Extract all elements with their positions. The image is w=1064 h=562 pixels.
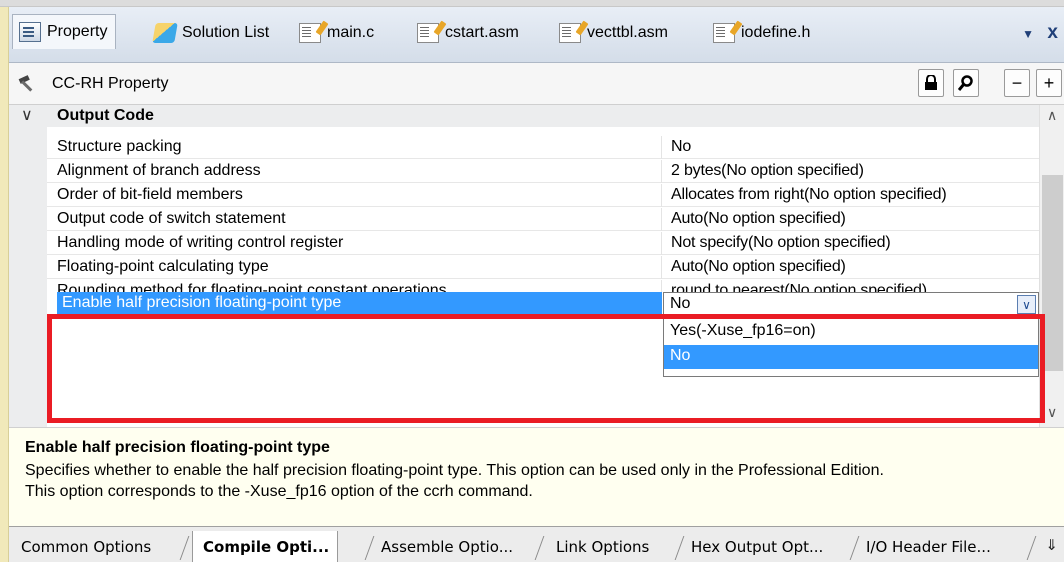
column-separator <box>661 160 662 183</box>
tab-separator <box>1026 536 1048 560</box>
column-separator <box>661 280 662 292</box>
tab-label: Solution List <box>182 24 270 41</box>
tab-io-header-file[interactable]: I/O Header File... <box>866 538 991 556</box>
property-title: CC-RH Property <box>52 75 169 92</box>
vertical-scrollbar[interactable]: ∧ ∨ <box>1039 105 1064 427</box>
property-value: No <box>671 138 692 155</box>
document-tab-bar: Property Solution List main.c cstart.asm… <box>9 7 1064 63</box>
file-icon <box>299 23 321 43</box>
tab-overflow-icon[interactable]: ⇓ <box>1045 536 1058 554</box>
file-icon <box>713 23 735 43</box>
property-name: Structure packing <box>57 138 182 155</box>
lock-button[interactable] <box>918 69 944 97</box>
close-icon[interactable]: x <box>1047 22 1058 44</box>
property-value: Auto(No option specified) <box>671 258 846 275</box>
property-name: Alignment of branch address <box>57 162 261 179</box>
column-separator <box>661 208 662 231</box>
description-body: Specifies whether to enable the half pre… <box>25 460 1060 502</box>
tab-label: cstart.asm <box>445 24 519 41</box>
property-name: Order of bit-field members <box>57 186 243 203</box>
scroll-up-icon[interactable]: ∧ <box>1047 107 1057 124</box>
property-value: Auto(No option specified) <box>671 210 846 227</box>
tab-main-c[interactable]: main.c <box>299 19 374 47</box>
tab-list-dropdown-icon[interactable]: ▼ <box>1022 27 1034 41</box>
tab-compile-options[interactable]: Compile Opti... <box>192 531 339 562</box>
chevron-down-icon[interactable]: ∨ <box>21 105 33 125</box>
expand-button[interactable]: + <box>1036 69 1062 97</box>
select-current-value: No <box>670 295 691 312</box>
category-label: Output Code <box>57 107 154 124</box>
column-separator <box>661 256 662 279</box>
property-value: round to nearest(No option specified) <box>671 282 927 292</box>
half-precision-dropdown-list: Yes(-Xuse_fp16=on) No <box>663 317 1039 377</box>
tab-separator <box>534 536 556 560</box>
description-line: This option corresponds to the -Xuse_fp1… <box>25 483 533 500</box>
find-button[interactable] <box>953 69 979 97</box>
top-strip <box>0 0 1064 7</box>
column-separator <box>661 184 662 207</box>
tab-iodefine-h[interactable]: iodefine.h <box>713 19 810 47</box>
tab-property[interactable]: Property <box>12 14 117 49</box>
tab-common-options[interactable]: Common Options <box>21 538 151 556</box>
tab-vecttbl-asm[interactable]: vecttbl.asm <box>559 19 668 47</box>
property-value: Allocates from right(No option specified… <box>671 186 947 203</box>
description-line: Specifies whether to enable the half pre… <box>25 462 884 479</box>
half-precision-select[interactable]: No ∨ <box>663 292 1039 317</box>
left-panel-border <box>0 7 9 562</box>
scrollbar-thumb[interactable] <box>1042 175 1063 371</box>
option-yes[interactable]: Yes(-Xuse_fp16=on) <box>664 320 1038 344</box>
tab-label: Property <box>47 23 108 40</box>
tab-solution-list[interactable]: Solution List <box>152 19 270 47</box>
search-icon <box>957 75 973 91</box>
file-icon <box>559 23 581 43</box>
chevron-down-icon[interactable]: ∨ <box>1017 295 1036 314</box>
property-description-panel: Enable half precision floating-point typ… <box>9 427 1064 526</box>
property-grid: ∨ Output Code Structure packing No Align… <box>9 105 1064 427</box>
option-label: No <box>670 347 691 364</box>
scroll-down-icon[interactable]: ∨ <box>1047 404 1057 421</box>
property-row-control-register[interactable]: Handling mode of writing control registe… <box>47 232 1039 255</box>
property-name: Rounding method for floating-point const… <box>57 282 447 292</box>
property-row-switch-output[interactable]: Output code of switch statement Auto(No … <box>47 208 1039 231</box>
tab-label: vecttbl.asm <box>587 24 668 41</box>
lock-icon <box>925 74 937 90</box>
property-name: Output code of switch statement <box>57 210 286 227</box>
tab-hex-output-options[interactable]: Hex Output Opt... <box>691 538 823 556</box>
column-separator <box>661 232 662 255</box>
tab-label: main.c <box>327 24 375 41</box>
tab-cstart-asm[interactable]: cstart.asm <box>417 19 519 47</box>
property-value: Not specify(No option specified) <box>671 234 891 251</box>
tab-label: iodefine.h <box>741 24 811 41</box>
description-title: Enable half precision floating-point typ… <box>25 439 330 456</box>
options-tab-bar: Common Options Compile Opti... Assemble … <box>9 526 1064 562</box>
tab-assemble-options[interactable]: Assemble Optio... <box>381 538 513 556</box>
tab-link-options[interactable]: Link Options <box>556 538 649 556</box>
property-name: Enable half precision floating-point typ… <box>62 294 342 311</box>
property-row-bitfield-order[interactable]: Order of bit-field members Allocates fro… <box>47 184 1039 207</box>
category-output-code[interactable]: ∨ Output Code <box>9 105 1039 127</box>
property-row-structure-packing[interactable]: Structure packing No <box>47 136 1039 159</box>
file-icon <box>417 23 439 43</box>
grid-gutter <box>9 105 47 427</box>
property-toolbar: CC-RH Property − + <box>9 63 1064 105</box>
property-row-float-calc-type[interactable]: Floating-point calculating type Auto(No … <box>47 256 1039 279</box>
collapse-button[interactable]: − <box>1004 69 1030 97</box>
collapse-icon: − <box>1011 73 1023 93</box>
property-row-half-precision[interactable]: Enable half precision floating-point typ… <box>57 292 662 316</box>
option-no[interactable]: No <box>664 345 1038 369</box>
expand-icon: + <box>1043 73 1055 93</box>
option-label: Yes(-Xuse_fp16=on) <box>670 322 816 339</box>
property-name: Handling mode of writing control registe… <box>57 234 344 251</box>
column-separator <box>661 136 662 159</box>
property-value: 2 bytes(No option specified) <box>671 162 864 179</box>
hammer-icon <box>18 75 33 92</box>
property-row-rounding-method[interactable]: Rounding method for floating-point const… <box>47 280 1039 292</box>
property-name: Floating-point calculating type <box>57 258 269 275</box>
property-icon <box>19 22 41 42</box>
property-row-branch-alignment[interactable]: Alignment of branch address 2 bytes(No o… <box>47 160 1039 183</box>
solution-list-icon <box>152 23 178 43</box>
